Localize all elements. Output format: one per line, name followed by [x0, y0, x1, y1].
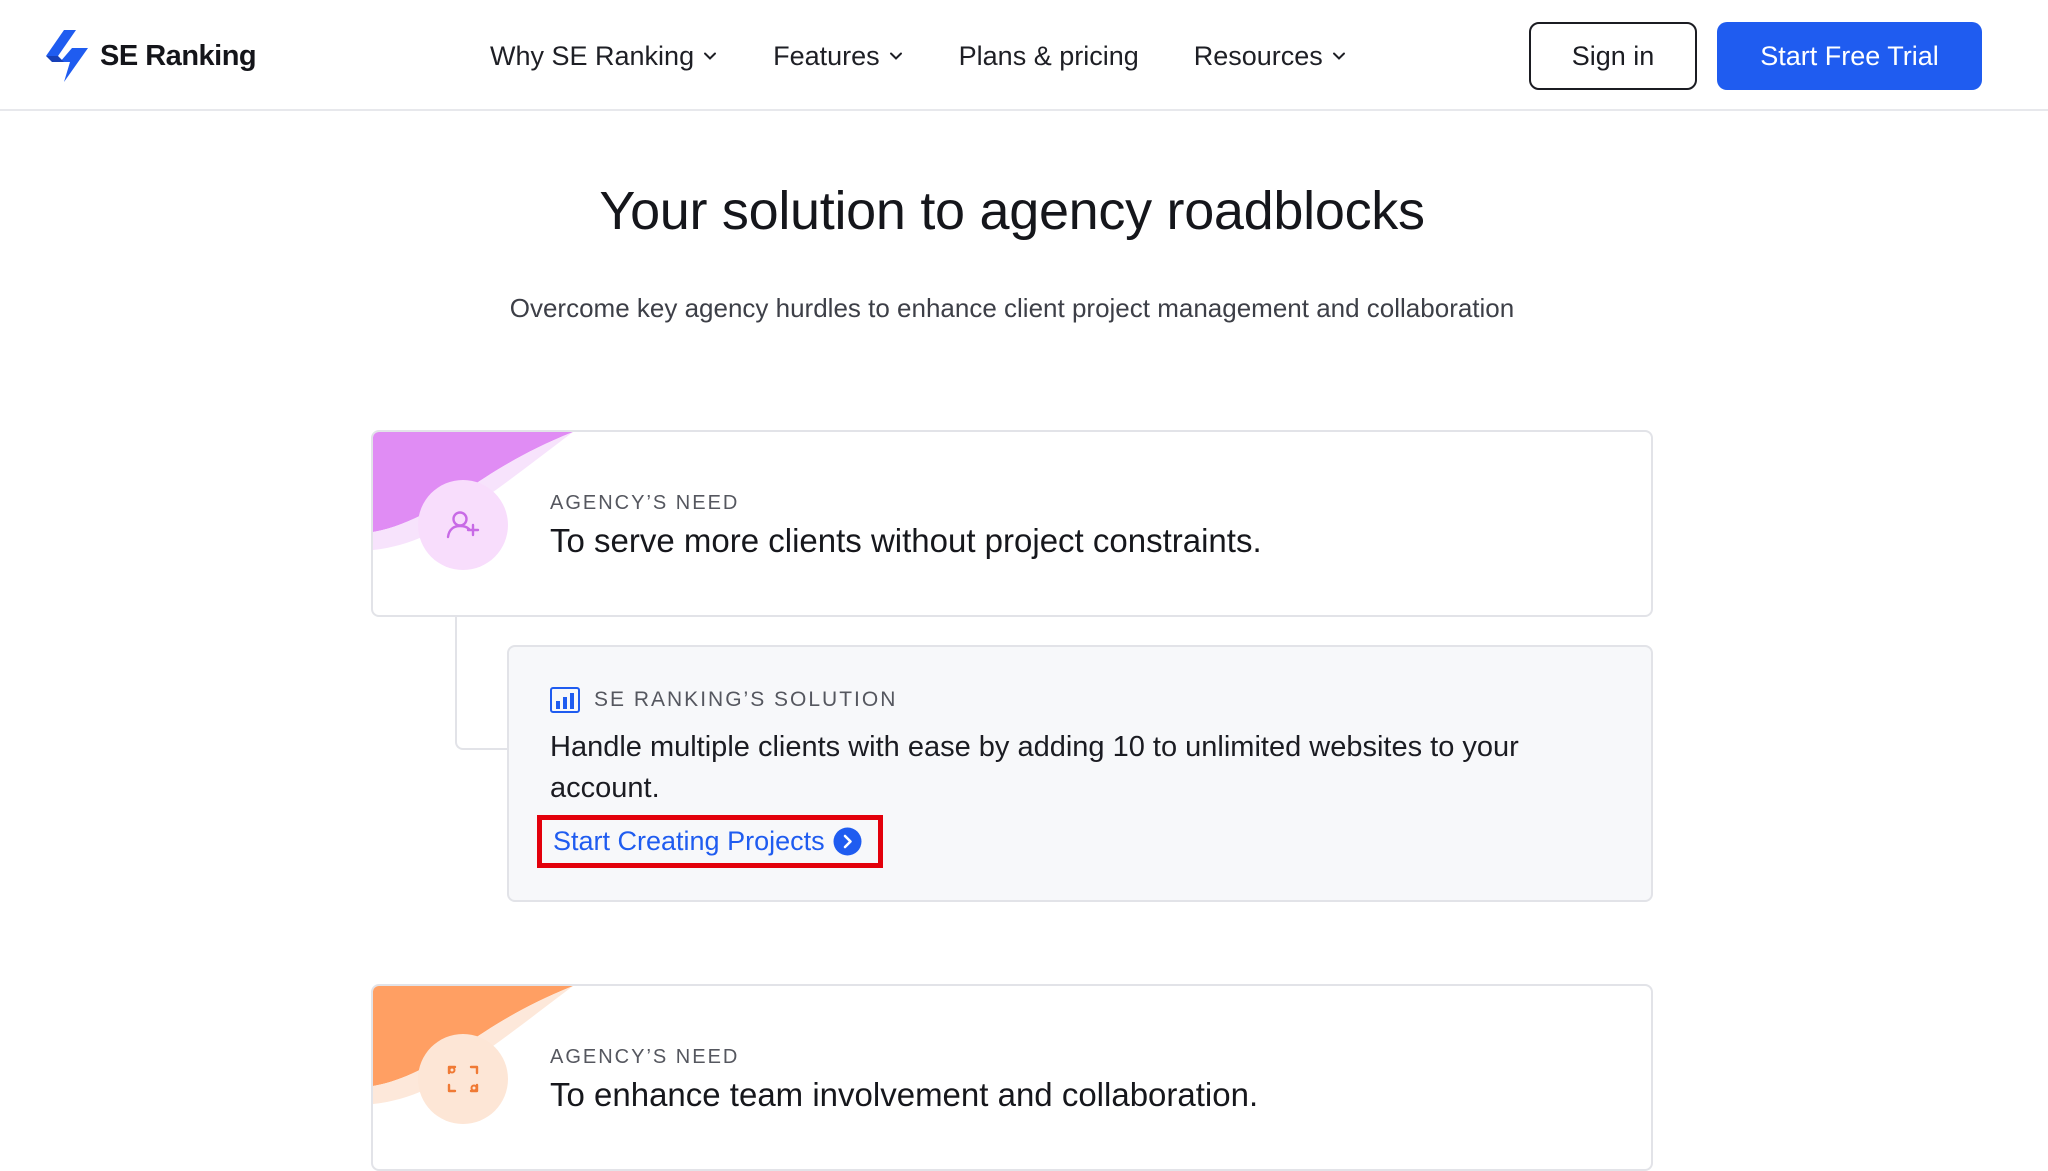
nav-item-plans-pricing[interactable]: Plans & pricing [959, 41, 1139, 72]
need-text: To serve more clients without project co… [550, 522, 1262, 559]
start-creating-projects-link[interactable]: Start Creating Projects [537, 815, 883, 868]
chevron-down-icon [704, 52, 717, 60]
need-card: AGENCY’S NEED To serve more clients with… [371, 430, 1653, 617]
nav-item-why-se-ranking[interactable]: Why SE Ranking [490, 41, 718, 72]
solution-card: SE RANKING’S SOLUTION Handle multiple cl… [507, 645, 1653, 902]
link-label: Start Creating Projects [553, 826, 825, 856]
logo[interactable]: SE Ranking [42, 30, 257, 82]
nav-item-label: Features [773, 40, 880, 71]
focus-frame-icon [447, 1065, 479, 1093]
arrow-right-circle-icon [833, 827, 862, 856]
solution-label: SE RANKING’S SOLUTION [594, 688, 898, 711]
nav-item-label: Plans & pricing [958, 40, 1139, 71]
bar-chart-icon [550, 687, 580, 713]
start-free-trial-button[interactable]: Start Free Trial [1717, 22, 1982, 90]
page-title: Your solution to agency roadblocks [599, 181, 1425, 241]
page-subtitle: Overcome key agency hurdles to enhance c… [509, 293, 1515, 323]
chevron-down-icon [889, 52, 902, 60]
chevron-down-icon [1332, 52, 1345, 60]
solution-header: SE RANKING’S SOLUTION [550, 687, 897, 713]
sign-in-button[interactable]: Sign in [1529, 22, 1697, 90]
connector-line [455, 616, 507, 750]
logo-text: SE Ranking [100, 39, 257, 72]
need-label: AGENCY’S NEED [550, 1046, 740, 1068]
icon-badge [418, 1034, 508, 1124]
nav-item-resources[interactable]: Resources [1194, 41, 1347, 72]
site-header: SE Ranking Why SE Ranking Features Plans… [0, 0, 2048, 111]
nav-item-label: Resources [1193, 40, 1323, 71]
lightning-bolt-icon [46, 30, 88, 82]
need-text: To enhance team involvement and collabor… [550, 1076, 1259, 1113]
add-user-icon [446, 511, 480, 539]
solution-text: Handle multiple clients with ease by add… [550, 731, 1519, 804]
main-nav: Why SE Ranking Features Plans & pricing … [490, 34, 1402, 78]
nav-item-label: Why SE Ranking [490, 40, 695, 71]
need-label: AGENCY’S NEED [550, 492, 740, 514]
icon-badge [418, 480, 508, 570]
nav-item-features[interactable]: Features [773, 41, 904, 72]
